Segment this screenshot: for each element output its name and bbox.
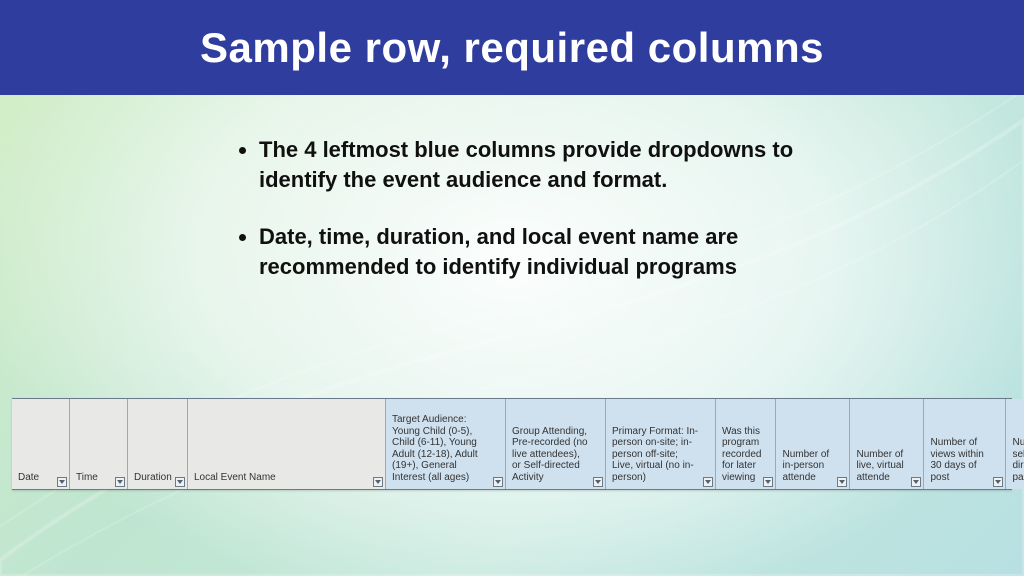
- chevron-down-icon[interactable]: [703, 477, 713, 487]
- bullet-item: The 4 leftmost blue columns provide drop…: [259, 135, 854, 194]
- chevron-down-icon[interactable]: [837, 477, 847, 487]
- col-inperson-attend[interactable]: Number of in-person attende: [776, 399, 850, 489]
- col-group-attending[interactable]: Group Attending, Pre-recorded (no live a…: [506, 399, 606, 489]
- bullet-list: The 4 leftmost blue columns provide drop…: [235, 135, 854, 282]
- col-label: Target Audience: Young Child (0-5), Chil…: [386, 412, 505, 489]
- chevron-down-icon[interactable]: [175, 477, 185, 487]
- chevron-down-icon[interactable]: [57, 477, 67, 487]
- col-local-event-name[interactable]: Local Event Name: [188, 399, 386, 489]
- body-text: The 4 leftmost blue columns provide drop…: [235, 135, 854, 282]
- col-primary-format[interactable]: Primary Format: In-person on-site; in-pe…: [606, 399, 716, 489]
- slide: Sample row, required columns The 4 leftm…: [0, 0, 1024, 576]
- chevron-down-icon[interactable]: [115, 477, 125, 487]
- col-label: Local Event Name: [188, 470, 385, 490]
- chevron-down-icon[interactable]: [373, 477, 383, 487]
- col-target-audience[interactable]: Target Audience: Young Child (0-5), Chil…: [386, 399, 506, 489]
- chevron-down-icon[interactable]: [763, 477, 773, 487]
- col-duration[interactable]: Duration: [128, 399, 188, 489]
- col-self-directed[interactable]: Number of self-directed participants: [1006, 399, 1024, 489]
- title-bar: Sample row, required columns: [0, 0, 1024, 95]
- chevron-down-icon[interactable]: [593, 477, 603, 487]
- chevron-down-icon[interactable]: [993, 477, 1003, 487]
- bullet-item: Date, time, duration, and local event na…: [259, 222, 854, 281]
- col-label: Primary Format: In-person on-site; in-pe…: [606, 424, 715, 490]
- spreadsheet-header-row: Date Time Duration Local Event Name Targ…: [12, 398, 1012, 490]
- slide-title: Sample row, required columns: [200, 24, 824, 72]
- chevron-down-icon[interactable]: [911, 477, 921, 487]
- col-date[interactable]: Date: [12, 399, 70, 489]
- chevron-down-icon[interactable]: [493, 477, 503, 487]
- col-virtual-attend[interactable]: Number of live, virtual attende: [850, 399, 924, 489]
- col-views-30-days[interactable]: Number of views within 30 days of post: [924, 399, 1006, 489]
- col-label: Number of self-directed participants: [1006, 435, 1024, 489]
- col-label: Group Attending, Pre-recorded (no live a…: [506, 424, 605, 490]
- col-was-recorded[interactable]: Was this program recorded for later view…: [716, 399, 776, 489]
- col-time[interactable]: Time: [70, 399, 128, 489]
